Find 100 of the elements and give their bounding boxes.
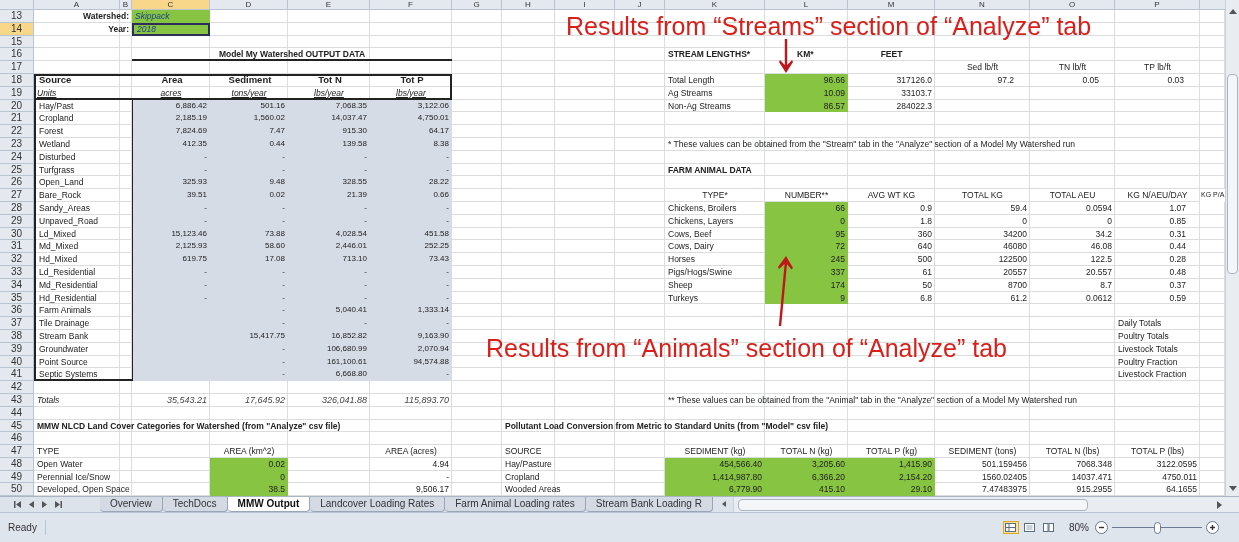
column-heading: SOURCE	[504, 445, 543, 458]
column-heading: Tot P	[399, 74, 425, 87]
column-header[interactable]: G	[452, 0, 502, 10]
column-heading: TYPE*	[701, 189, 729, 202]
column-header[interactable]: J	[615, 0, 665, 10]
table-cell: 415.10	[765, 483, 848, 497]
row-header[interactable]: 32	[0, 253, 34, 266]
scroll-right-icon[interactable]	[1215, 500, 1223, 509]
source-label: Hay/Pasture	[504, 457, 553, 471]
table-cell-text: -	[281, 304, 286, 317]
table-cell-text: 0.9	[919, 201, 933, 215]
source-label: Hd_Residential	[38, 291, 98, 305]
row-header[interactable]: 13	[0, 10, 34, 23]
column-header[interactable]: P	[1115, 0, 1200, 10]
table-cell-text: 0.0594	[1085, 201, 1113, 215]
animal-type: Turkeys	[667, 291, 699, 305]
table-cell-text: -	[445, 201, 450, 214]
source-label: Ld_Residential	[38, 265, 97, 279]
table-cell-text: 122.5	[1089, 253, 1113, 266]
table-cell-text: 46080	[1002, 240, 1028, 254]
table-cell-text: -	[363, 163, 368, 176]
table-cell-text: -	[363, 317, 368, 330]
next-sheet-icon[interactable]	[42, 501, 47, 509]
source-label: Disturbed	[38, 150, 77, 164]
sheet-tab[interactable]: MMW Output	[227, 497, 311, 513]
table-cell-text: 58.60	[263, 240, 286, 253]
zoom-in-button[interactable]	[1206, 521, 1219, 535]
zoom-out-button[interactable]	[1095, 521, 1108, 535]
total-value: 35,543.21	[165, 393, 208, 407]
column-header[interactable]: C	[132, 0, 210, 10]
row-header[interactable]: 37	[0, 317, 34, 330]
sheet-tab[interactable]: Overview	[100, 497, 163, 513]
footnote: * These values can be obtained from the "Stream" tab in the "Analyze" section of a Model My Watershed run	[667, 137, 1077, 151]
first-sheet-icon[interactable]	[14, 501, 21, 509]
table-cell-text: -	[363, 265, 368, 278]
sheet-tab[interactable]: Landcover Loading Rates	[310, 497, 446, 513]
column-header[interactable]: O	[1030, 0, 1115, 10]
previous-sheet-icon[interactable]	[29, 501, 34, 509]
column-header[interactable]: K	[665, 0, 765, 10]
row-header[interactable]: 46	[0, 432, 34, 446]
column-heading: AREA (km^2)	[222, 445, 276, 458]
column-header[interactable]: D	[210, 0, 288, 10]
last-sheet-icon[interactable]	[55, 501, 62, 509]
horizontal-scrollbar[interactable]	[732, 497, 1239, 513]
row-header[interactable]: 31	[0, 240, 34, 254]
row-header[interactable]: 26	[0, 176, 34, 190]
view-normal-button[interactable]	[1003, 521, 1019, 535]
row-header[interactable]: 36	[0, 304, 34, 318]
table-cell-text: 6,668.80	[334, 368, 368, 381]
row-header[interactable]: 17	[0, 61, 34, 74]
column-header[interactable]: F	[370, 0, 452, 10]
row-header[interactable]: 27	[0, 189, 34, 202]
row-header[interactable]: 50	[0, 483, 34, 497]
row-header[interactable]: 21	[0, 112, 34, 126]
table-cell-text: 640	[916, 240, 933, 254]
row-header[interactable]: 47	[0, 445, 34, 458]
view-page-layout-button[interactable]	[1022, 521, 1038, 535]
table-cell-text: 0.37	[1168, 278, 1187, 292]
column-header[interactable]: I	[555, 0, 615, 10]
table-cell-text: -	[281, 342, 286, 355]
column-header[interactable]: E	[288, 0, 370, 10]
zoom-level[interactable]: 80%	[1069, 520, 1089, 536]
table-cell-text: -	[363, 291, 368, 304]
zoom-slider-thumb[interactable]	[1153, 521, 1161, 534]
source-label: Hd_Mixed	[38, 253, 79, 266]
view-page-break-button[interactable]	[1041, 521, 1057, 535]
table-cell-text: 1,560.02	[252, 112, 286, 125]
table-cell: 72	[765, 240, 848, 254]
table-cell-text: 6,886.42	[174, 99, 208, 112]
row-header[interactable]: 41	[0, 368, 34, 382]
column-header[interactable]: A	[34, 0, 120, 10]
row-header[interactable]: 16	[0, 48, 34, 62]
table-cell-text: -	[281, 214, 286, 227]
scroll-down-icon[interactable]	[1228, 486, 1237, 493]
column-heading: Source	[38, 74, 73, 87]
sheet-tab[interactable]: Stream Bank Loading R	[585, 497, 713, 513]
scroll-thumb[interactable]	[737, 498, 1088, 511]
table-cell-text: 106,680.99	[325, 342, 368, 355]
table-cell-text: -	[445, 317, 450, 330]
column-header[interactable]: N	[935, 0, 1030, 10]
table-cell-text: 2,446.01	[334, 240, 368, 253]
field-label: Watershed:	[82, 10, 130, 23]
sheet-tab[interactable]: Farm Animal Loading rates	[445, 497, 586, 513]
table-cell-text: 15,123.46	[170, 227, 208, 240]
animal-type: Cows, Beef	[667, 227, 713, 241]
scroll-up-icon[interactable]	[1228, 8, 1237, 14]
table-cell-text: 619.75	[181, 253, 208, 266]
table-cell: 29.10	[848, 483, 935, 497]
row-header[interactable]: 22	[0, 125, 34, 138]
column-header[interactable]: B	[120, 0, 132, 10]
column-header[interactable]: H	[502, 0, 555, 10]
source-label: Septic Systems	[38, 368, 99, 382]
column-header[interactable]: M	[848, 0, 935, 10]
zoom-slider[interactable]	[1112, 521, 1202, 534]
column-header[interactable]: L	[765, 0, 848, 10]
table-cell-text: 4.94	[431, 457, 450, 471]
row-header[interactable]: 42	[0, 381, 34, 394]
scroll-thumb[interactable]	[1227, 74, 1238, 274]
sheet-tab[interactable]: TechDocs	[162, 497, 228, 513]
vertical-scrollbar[interactable]	[1225, 0, 1239, 497]
